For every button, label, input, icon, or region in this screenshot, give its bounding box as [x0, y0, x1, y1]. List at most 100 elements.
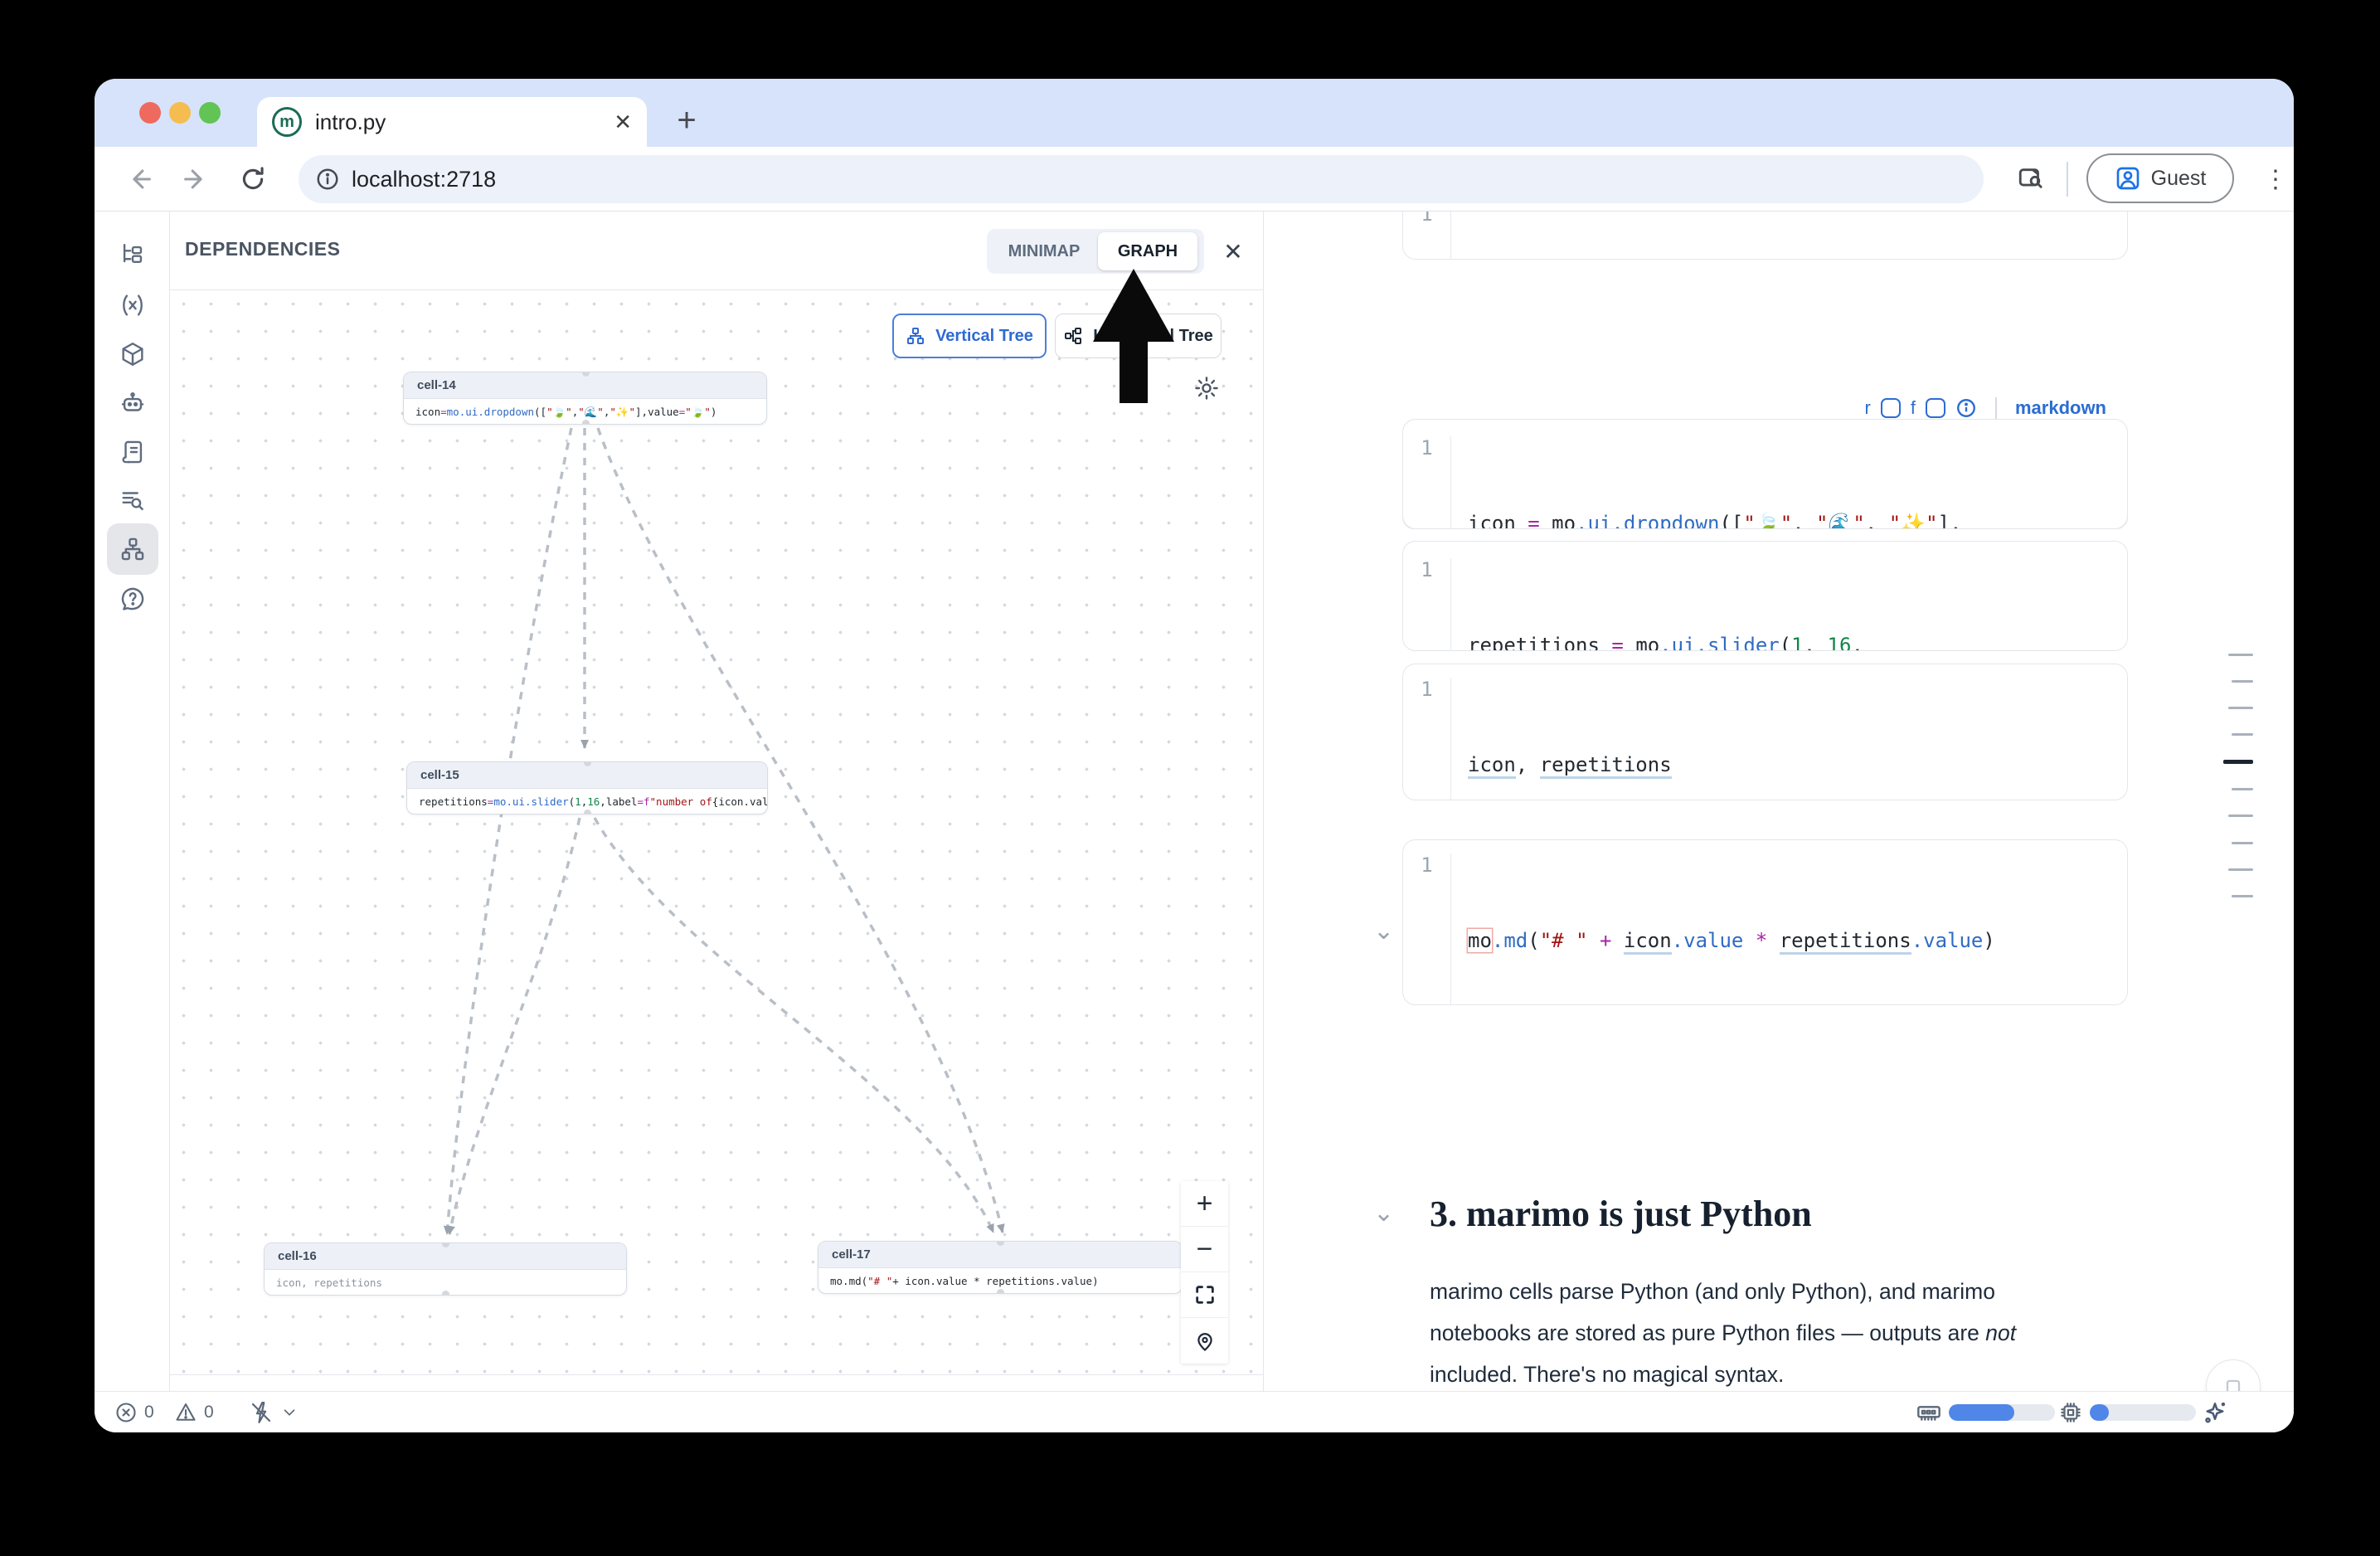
collapse-output-chevron-icon[interactable]: ⌄	[1373, 917, 1394, 946]
reload-icon[interactable]	[231, 157, 275, 202]
browser-toolbar: localhost:2718 Guest ⋮	[95, 147, 2294, 212]
node-code: icon, repetitions	[265, 1270, 626, 1296]
new-tab-button[interactable]: +	[663, 97, 710, 143]
collapse-section-chevron-icon[interactable]: ⌄	[1373, 1199, 1394, 1228]
tab-close-icon[interactable]: ✕	[614, 109, 632, 135]
sidebar-item-help[interactable]	[107, 573, 158, 625]
line-number: 1	[1403, 212, 1451, 260]
info-icon[interactable]	[1955, 397, 1977, 419]
browser-window: m intro.py ✕ + localhost:2718 Guest ⋮	[95, 79, 2294, 1432]
browser-menu-icon[interactable]: ⋮	[2256, 157, 2294, 202]
toggle-r-checkbox[interactable]	[1881, 398, 1901, 418]
node-code: mo.md("# " + icon.value * repetitions.va…	[818, 1268, 1182, 1294]
toolbar-divider	[1995, 397, 1997, 419]
markdown-mode-label[interactable]: markdown	[2015, 397, 2106, 419]
cell-marker[interactable]	[2232, 895, 2253, 897]
notebook-panel: 1 ""🌊 Some UI elements.** Try interactin…	[1263, 212, 2294, 1391]
toggle-f-checkbox[interactable]	[1926, 398, 1945, 418]
sidebar-rail	[95, 212, 170, 1391]
cell-marker[interactable]	[2232, 788, 2253, 790]
site-info-icon[interactable]	[315, 167, 340, 192]
tab-search-icon[interactable]	[2008, 157, 2053, 202]
vertical-tree-button[interactable]: Vertical Tree	[892, 314, 1047, 358]
cell-marker[interactable]	[2232, 680, 2253, 683]
warning-triangle-icon	[174, 1401, 197, 1424]
zoom-in-button[interactable]: +	[1181, 1181, 1228, 1227]
vertical-tree-icon	[906, 326, 925, 346]
graph-node-cell-17[interactable]: cell-17 mo.md("# " + icon.value * repeti…	[818, 1241, 1183, 1294]
section-heading: 3. marimo is just Python	[1430, 1193, 1812, 1235]
error-circle-icon	[114, 1401, 138, 1424]
graph-edges	[170, 290, 1263, 1375]
cpu-progress-bar	[2090, 1404, 2196, 1421]
traffic-zoom-button[interactable]	[199, 102, 221, 124]
sidebar-item-snippets[interactable]	[107, 474, 158, 526]
zoom-out-button[interactable]: −	[1181, 1227, 1228, 1272]
graph-node-cell-16[interactable]: cell-16 icon, repetitions	[264, 1242, 627, 1296]
sidebar-item-file-explorer[interactable]	[107, 230, 158, 281]
node-title: cell-14	[404, 372, 766, 399]
errors-indicator[interactable]: 0	[114, 1398, 154, 1427]
locate-button[interactable]	[1181, 1318, 1228, 1364]
forward-icon[interactable]	[172, 157, 217, 202]
cell-marker-active[interactable]	[2223, 760, 2253, 764]
toggle-r-label[interactable]: r	[1865, 397, 1871, 419]
profile-button[interactable]: Guest	[2086, 153, 2234, 203]
sidebar-item-packages[interactable]	[107, 328, 158, 380]
back-icon[interactable]	[118, 157, 163, 202]
graph-node-cell-14[interactable]: cell-14 icon = mo.ui.dropdown(["🍃", "🌊",…	[403, 372, 767, 425]
cell-marker[interactable]	[2228, 814, 2253, 817]
line-number: 1	[1403, 558, 1451, 651]
stop-button[interactable]	[2206, 1359, 2261, 1391]
tab-graph[interactable]: GRAPH	[1098, 232, 1197, 270]
cell-marker[interactable]	[2228, 654, 2253, 656]
status-bar: 0 0	[95, 1391, 2294, 1432]
toggle-f-label[interactable]: f	[1911, 397, 1916, 419]
paragraph-line: marimo cells parse Python (and only Pyth…	[1430, 1271, 2016, 1312]
horizontal-tree-label: Horizontal Tree	[1093, 327, 1212, 346]
warnings-indicator[interactable]: 0	[174, 1398, 214, 1427]
sidebar-item-logs[interactable]	[107, 426, 158, 478]
url-bar[interactable]: localhost:2718	[299, 155, 1984, 203]
graph-settings-gear-icon[interactable]	[1187, 368, 1226, 408]
graph-canvas[interactable]: Vertical Tree Horizontal Tree cell-14 ic…	[170, 290, 1263, 1375]
sidebar-item-variables[interactable]	[107, 280, 158, 331]
warning-count: 0	[204, 1403, 214, 1422]
cell-marker[interactable]	[2232, 842, 2253, 844]
notebook-cell-momd[interactable]: 1 mo.md("# " + icon.value * repetitions.…	[1402, 839, 2128, 1005]
code-line: icon, repetitions	[1468, 747, 2127, 782]
line-number: 1	[1403, 853, 1451, 1005]
notebook-cell-slider[interactable]: 1 repetitions = mo.ui.slider(1, 16, labe…	[1402, 541, 2128, 651]
cell-marker[interactable]	[2232, 733, 2253, 736]
section-paragraph: marimo cells parse Python (and only Pyth…	[1430, 1271, 2016, 1391]
toolbar-divider	[2067, 162, 2068, 197]
run-mode-toggle[interactable]	[249, 1398, 299, 1427]
ai-assistant-button[interactable]	[2201, 1398, 2229, 1427]
browser-tab[interactable]: m intro.py ✕	[257, 97, 647, 147]
sidebar-item-ai-assistant[interactable]	[107, 377, 158, 429]
tab-strip: m intro.py ✕ +	[95, 79, 2294, 147]
notebook-cell-dropdown[interactable]: 1 icon = mo.ui.dropdown(["🍃", "🌊", "✨"],…	[1402, 419, 2128, 529]
paragraph-line: notebooks are stored as pure Python file…	[1430, 1312, 2016, 1354]
horizontal-tree-button[interactable]: Horizontal Tree	[1055, 314, 1222, 358]
notebook-cell-tuple[interactable]: 1 icon, repetitions ›[…]2 Items	[1402, 664, 2128, 800]
graph-zoom-controls: + −	[1181, 1181, 1228, 1364]
cpu-usage	[2058, 1398, 2196, 1427]
code-line: mo.md("# " + icon.value * repetitions.va…	[1468, 923, 2127, 958]
dependencies-panel: DEPENDENCIES MINIMAP GRAPH ✕	[170, 212, 1263, 1391]
notebook-cell-partial[interactable]: 1 ""🌊 Some UI elements.** Try interactin…	[1402, 212, 2128, 260]
traffic-close-button[interactable]	[139, 102, 161, 124]
ram-progress-bar	[1949, 1404, 2055, 1421]
cell-marker[interactable]	[2228, 868, 2253, 871]
fit-view-button[interactable]	[1181, 1272, 1228, 1318]
code-line: icon = mo.ui.dropdown(["🍃", "🌊", "✨"],	[1468, 506, 2127, 529]
tab-minimap[interactable]: MINIMAP	[990, 232, 1098, 270]
traffic-minimize-button[interactable]	[169, 102, 191, 124]
node-title: cell-15	[407, 762, 767, 789]
cell-marker[interactable]	[2228, 707, 2253, 709]
ram-icon	[1916, 1399, 1942, 1426]
sidebar-item-dependency-graph[interactable]	[107, 523, 158, 575]
panel-close-icon[interactable]: ✕	[1215, 233, 1251, 270]
paragraph-line: included. There's no magical syntax.	[1430, 1354, 2016, 1391]
graph-node-cell-15[interactable]: cell-15 repetitions = mo.ui.slider(1, 16…	[406, 761, 768, 814]
